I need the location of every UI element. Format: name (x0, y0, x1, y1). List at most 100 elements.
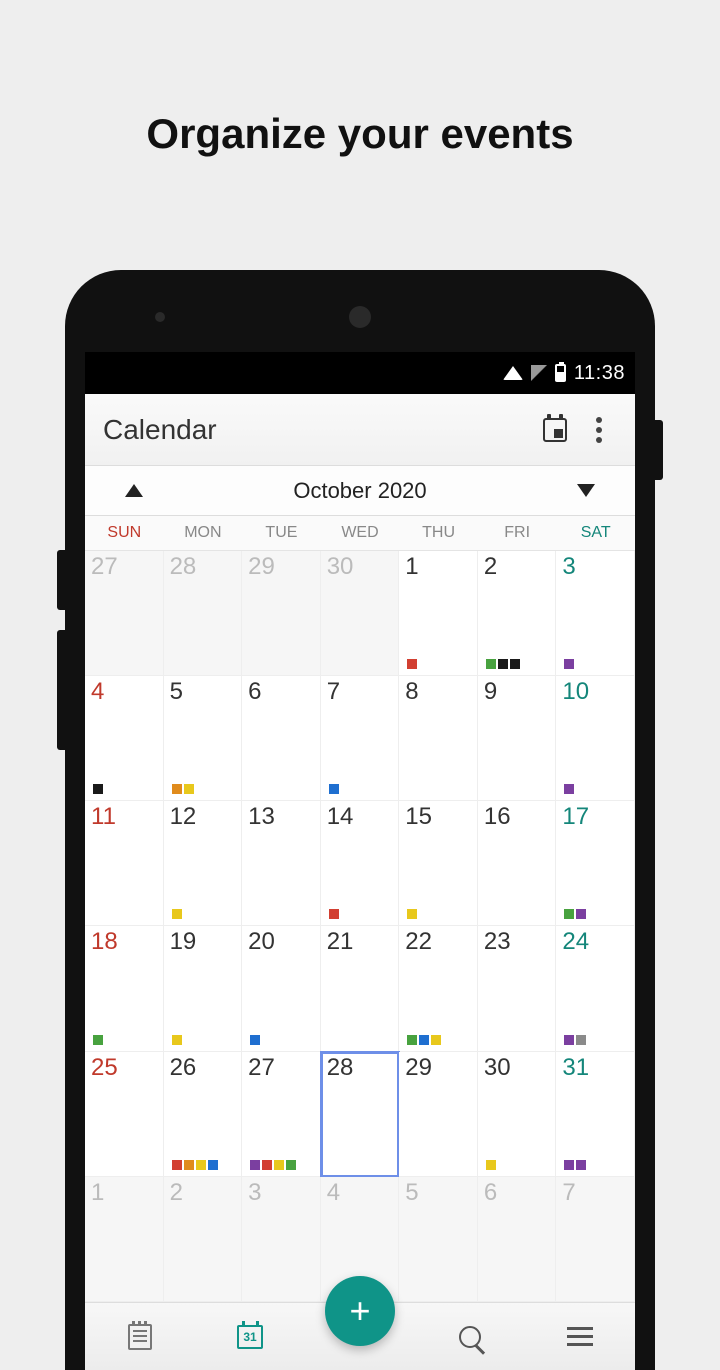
calendar-cell[interactable]: 5 (164, 676, 243, 801)
calendar-cell[interactable]: 10 (556, 676, 635, 801)
calendar-cell[interactable]: 4 (85, 676, 164, 801)
day-number: 27 (248, 1056, 316, 1080)
calendar-cell[interactable]: 19 (164, 926, 243, 1051)
calendar-cell[interactable]: 20 (242, 926, 321, 1051)
day-number: 29 (405, 1056, 473, 1080)
event-dots (564, 659, 630, 669)
day-number: 4 (327, 1181, 395, 1205)
day-number: 12 (170, 805, 238, 829)
day-number: 23 (484, 930, 552, 954)
calendar-cell[interactable]: 27 (242, 1052, 321, 1177)
calendar-cell[interactable]: 22 (399, 926, 478, 1051)
event-dot (196, 1160, 206, 1170)
event-dots (93, 784, 159, 794)
calendar-cell[interactable]: 14 (321, 801, 400, 926)
event-dot (329, 909, 339, 919)
calendar-cell[interactable]: 15 (399, 801, 478, 926)
calendar-cell[interactable]: 28 (164, 551, 243, 676)
day-number: 22 (405, 930, 473, 954)
calendar-cell[interactable]: 18 (85, 926, 164, 1051)
app-title: Calendar (103, 414, 533, 446)
calendar-cell[interactable]: 9 (478, 676, 557, 801)
day-number: 6 (248, 680, 316, 704)
add-event-fab[interactable]: + (325, 1276, 395, 1346)
event-dot (93, 784, 103, 794)
today-button[interactable] (533, 408, 577, 452)
status-bar: 11:38 (85, 352, 635, 394)
overflow-menu-button[interactable] (577, 408, 621, 452)
calendar-cell[interactable]: 7 (321, 676, 400, 801)
plus-icon: + (349, 1290, 370, 1332)
calendar-cell[interactable]: 26 (164, 1052, 243, 1177)
calendar-cell[interactable]: 25 (85, 1052, 164, 1177)
day-number: 18 (91, 930, 159, 954)
event-dots (564, 909, 630, 919)
calendar-cell[interactable]: 21 (321, 926, 400, 1051)
day-number: 30 (484, 1056, 552, 1080)
calendar-cell[interactable]: 27 (85, 551, 164, 676)
event-dots (329, 909, 395, 919)
nav-menu[interactable] (556, 1313, 604, 1361)
weekday-label: WED (321, 516, 400, 550)
day-number: 20 (248, 930, 316, 954)
calendar-cell[interactable]: 29 (399, 1052, 478, 1177)
nav-agenda[interactable] (116, 1313, 164, 1361)
event-dot (172, 1035, 182, 1045)
day-number: 5 (405, 1181, 473, 1205)
event-dots (172, 784, 238, 794)
day-number: 5 (170, 680, 238, 704)
day-number: 2 (170, 1181, 238, 1205)
day-number: 26 (170, 1056, 238, 1080)
event-dot (486, 659, 496, 669)
agenda-icon (128, 1324, 152, 1350)
calendar-cell[interactable]: 3 (556, 551, 635, 676)
calendar-cell[interactable]: 23 (478, 926, 557, 1051)
calendar-cell[interactable]: 5 (399, 1177, 478, 1302)
calendar-cell[interactable]: 7 (556, 1177, 635, 1302)
month-picker[interactable]: October 2020 (85, 466, 635, 516)
event-dot (172, 909, 182, 919)
calendar-cell[interactable]: 2 (164, 1177, 243, 1302)
calendar-cell[interactable]: 1 (399, 551, 478, 676)
calendar-cell[interactable]: 2 (478, 551, 557, 676)
calendar-cell[interactable]: 30 (321, 551, 400, 676)
event-dot (564, 1160, 574, 1170)
calendar-cell[interactable]: 6 (478, 1177, 557, 1302)
event-dots (172, 1035, 238, 1045)
calendar-cell[interactable]: 28 (321, 1052, 400, 1177)
promo-headline: Organize your events (0, 0, 720, 158)
no-sim-icon (531, 365, 547, 381)
app-bar: Calendar (85, 394, 635, 466)
weekday-label: MON (164, 516, 243, 550)
calendar-cell[interactable]: 3 (242, 1177, 321, 1302)
event-dot (576, 909, 586, 919)
calendar-cell[interactable]: 29 (242, 551, 321, 676)
calendar-cell[interactable]: 12 (164, 801, 243, 926)
calendar-cell[interactable]: 30 (478, 1052, 557, 1177)
event-dots (172, 909, 238, 919)
event-dots (486, 1160, 552, 1170)
phone-side-button (57, 630, 65, 750)
event-dot (498, 659, 508, 669)
event-dots (564, 1160, 630, 1170)
event-dot (407, 909, 417, 919)
calendar-cell[interactable]: 11 (85, 801, 164, 926)
calendar-cell[interactable]: 16 (478, 801, 557, 926)
calendar-cell[interactable]: 13 (242, 801, 321, 926)
calendar-cell[interactable]: 17 (556, 801, 635, 926)
calendar-cell[interactable]: 31 (556, 1052, 635, 1177)
nav-search[interactable] (446, 1313, 494, 1361)
event-dots (564, 784, 630, 794)
calendar-cell[interactable]: 24 (556, 926, 635, 1051)
calendar-cell[interactable]: 6 (242, 676, 321, 801)
calendar-cell[interactable]: 1 (85, 1177, 164, 1302)
event-dot (250, 1160, 260, 1170)
weekday-label: FRI (478, 516, 557, 550)
weekday-header: SUNMONTUEWEDTHUFRISAT (85, 516, 635, 551)
event-dots (407, 909, 473, 919)
clock: 11:38 (574, 362, 625, 385)
day-number: 14 (327, 805, 395, 829)
nav-calendar[interactable] (226, 1313, 274, 1361)
event-dot (510, 659, 520, 669)
calendar-cell[interactable]: 8 (399, 676, 478, 801)
